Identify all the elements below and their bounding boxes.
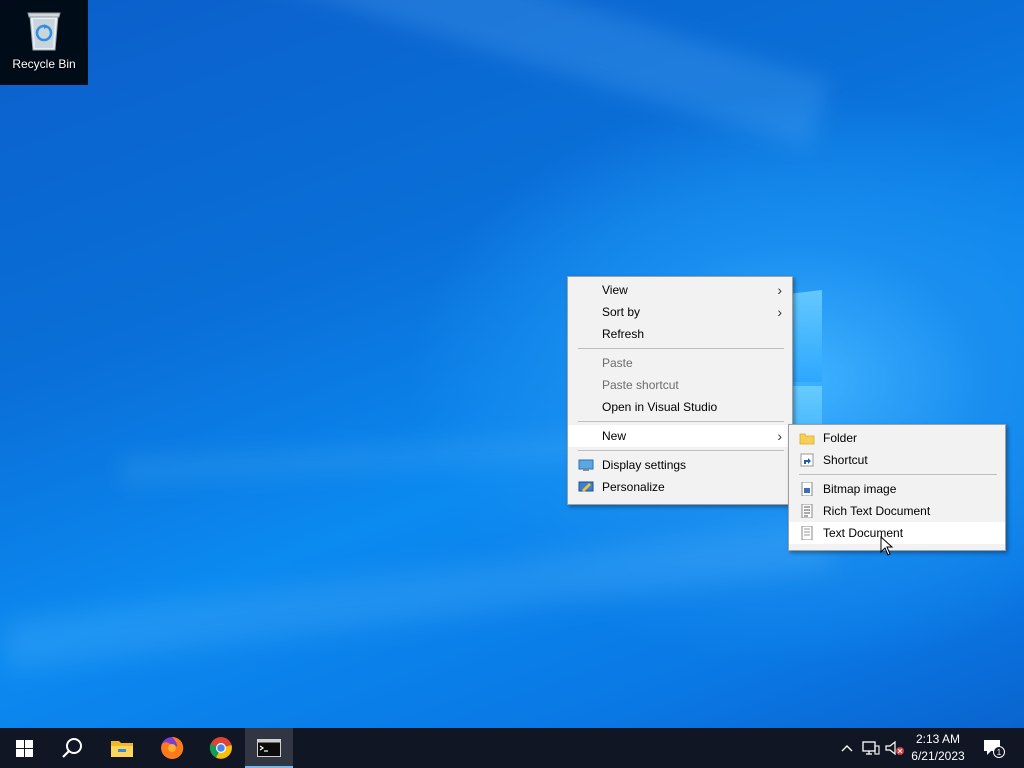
desktop-background[interactable] — [0, 0, 1024, 728]
taskbar-firefox[interactable] — [148, 728, 196, 768]
menu-item-label: New — [602, 429, 627, 443]
submenu-item-folder[interactable]: Folder — [789, 427, 1005, 449]
notification-count: 1 — [997, 748, 1002, 757]
taskbar-terminal[interactable] — [245, 728, 293, 768]
chevron-right-icon: › — [777, 304, 782, 320]
personalize-icon — [578, 481, 594, 492]
start-button[interactable] — [0, 728, 48, 768]
menu-separator — [578, 421, 784, 422]
taskbar-file-explorer[interactable] — [98, 728, 146, 768]
desktop-context-menu: View › Sort by › Refresh Paste Paste sho… — [567, 276, 793, 505]
chrome-icon — [209, 737, 232, 759]
volume-muted-icon — [885, 740, 904, 756]
notification-icon: 1 — [984, 740, 1005, 758]
submenu-item-rich-text-document[interactable]: Rich Text Document — [789, 500, 1005, 522]
chevron-right-icon: › — [777, 282, 782, 298]
submenu-item-text-document[interactable]: Text Document — [789, 522, 1005, 544]
new-submenu: Folder Shortcut Bitmap image Rich Text D… — [788, 424, 1006, 551]
desktop-icon-recycle-bin[interactable]: Recycle Bin — [0, 0, 88, 85]
menu-item-refresh[interactable]: Refresh — [568, 323, 792, 345]
show-hidden-icons-button[interactable] — [838, 738, 856, 758]
firefox-icon — [161, 736, 184, 759]
menu-item-label: Folder — [823, 431, 858, 445]
menu-item-paste: Paste — [568, 352, 792, 374]
system-clock[interactable]: 2:13 AM 6/21/2023 — [904, 731, 972, 765]
menu-item-sort-by[interactable]: Sort by › — [568, 301, 792, 323]
bitmap-image-icon — [801, 482, 813, 496]
menu-separator — [578, 348, 784, 349]
folder-icon — [799, 433, 815, 445]
menu-item-label: Personalize — [602, 480, 665, 494]
volume-tray-button[interactable] — [884, 738, 906, 758]
menu-separator — [799, 474, 997, 475]
menu-item-label: Bitmap image — [823, 482, 897, 496]
taskbar-chrome[interactable] — [197, 728, 245, 768]
file-explorer-icon — [111, 741, 133, 757]
clock-date: 6/21/2023 — [911, 749, 965, 763]
menu-item-label: Shortcut — [823, 453, 868, 467]
submenu-item-shortcut[interactable]: Shortcut — [789, 449, 1005, 471]
menu-item-new[interactable]: New › — [568, 425, 792, 447]
network-tray-button[interactable] — [861, 738, 881, 758]
text-document-icon — [801, 526, 813, 540]
menu-item-label: Display settings — [602, 458, 687, 472]
rich-text-document-icon — [801, 504, 813, 518]
menu-item-paste-shortcut: Paste shortcut — [568, 374, 792, 396]
menu-item-open-in-visual-studio[interactable]: Open in Visual Studio — [568, 396, 792, 418]
menu-item-label: Refresh — [602, 327, 645, 341]
menu-item-label: Rich Text Document — [823, 504, 931, 518]
start-icon — [15, 739, 33, 757]
menu-item-display-settings[interactable]: Display settings — [568, 454, 792, 476]
network-icon — [862, 741, 880, 755]
menu-item-label: Paste shortcut — [602, 378, 679, 392]
chevron-right-icon: › — [777, 428, 782, 444]
terminal-icon — [257, 739, 281, 757]
menu-item-label: Open in Visual Studio — [602, 400, 718, 414]
shortcut-icon — [800, 453, 814, 467]
chevron-up-icon — [841, 745, 853, 752]
menu-item-personalize[interactable]: Personalize — [568, 476, 792, 498]
menu-item-label: Sort by — [602, 305, 641, 319]
wallpaper-light-beam — [82, 0, 831, 149]
mouse-cursor-icon — [880, 536, 894, 556]
search-button[interactable] — [48, 728, 96, 768]
menu-item-view[interactable]: View › — [568, 279, 792, 301]
display-settings-icon — [578, 459, 594, 471]
menu-item-label: Paste — [602, 356, 633, 370]
search-icon — [62, 738, 82, 758]
clock-time: 2:13 AM — [915, 732, 961, 746]
submenu-item-bitmap-image[interactable]: Bitmap image — [789, 478, 1005, 500]
recycle-bin-icon — [27, 12, 61, 51]
action-center-button[interactable]: 1 — [982, 738, 1006, 758]
menu-separator — [578, 450, 784, 451]
menu-item-label: View — [602, 283, 628, 297]
taskbar: 2:13 AM 6/21/2023 1 — [0, 728, 1024, 768]
wallpaper-light-beam — [3, 520, 834, 671]
desktop-icon-label: Recycle Bin — [12, 57, 76, 71]
